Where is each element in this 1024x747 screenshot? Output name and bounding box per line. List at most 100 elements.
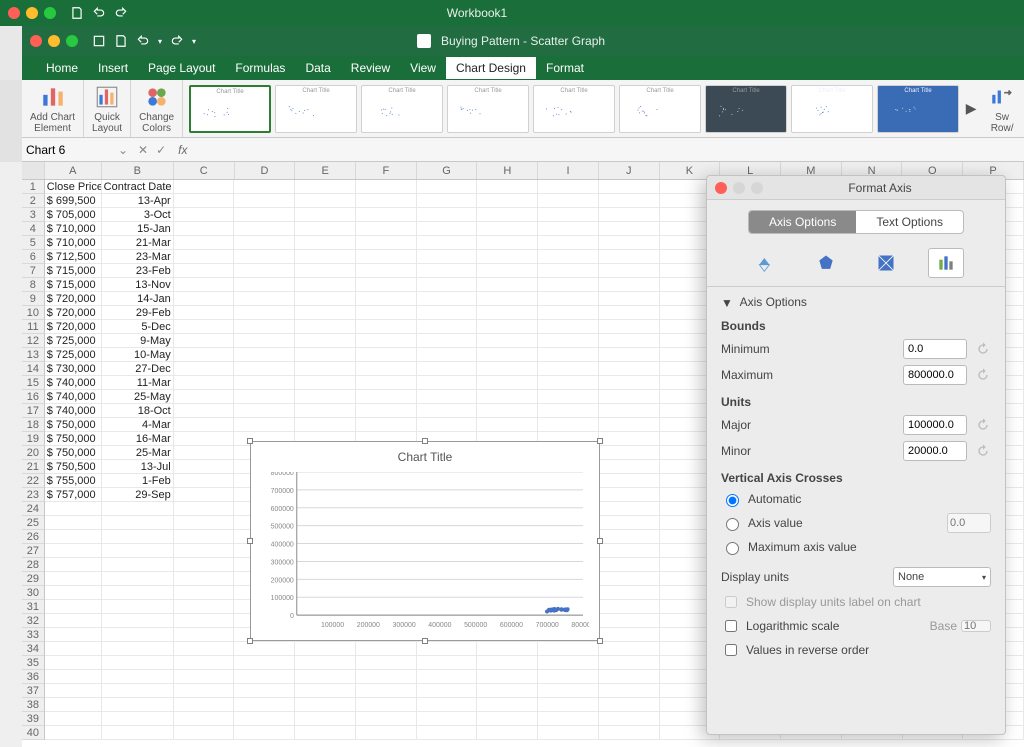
cell[interactable] [234,292,295,306]
cell[interactable]: 13-Apr [102,194,174,208]
cell[interactable] [538,292,599,306]
cell[interactable] [234,250,295,264]
cell[interactable] [295,222,356,236]
cell[interactable] [174,446,235,460]
cell[interactable] [174,488,235,502]
cell[interactable] [356,390,417,404]
axis-options-tab[interactable]: Axis Options [749,211,856,233]
row-header[interactable]: 14 [22,362,45,376]
cell[interactable] [174,250,235,264]
cell[interactable] [174,376,235,390]
cell[interactable] [599,698,660,712]
cell[interactable] [45,698,102,712]
cell[interactable]: 15-Jan [102,222,174,236]
cell[interactable]: $ 740,000 [45,376,102,390]
cell[interactable] [174,670,235,684]
add-chart-element-group[interactable]: Add Chart Element [22,80,84,137]
row-header[interactable]: 33 [22,628,45,642]
cell[interactable] [234,264,295,278]
cell[interactable] [295,656,356,670]
row-header[interactable]: 8 [22,278,45,292]
cell[interactable] [102,572,174,586]
cell[interactable] [417,208,478,222]
col-header-c[interactable]: C [174,162,235,179]
cell[interactable] [599,516,660,530]
cell[interactable] [295,348,356,362]
col-header-i[interactable]: I [538,162,599,179]
cell[interactable] [477,306,538,320]
cell[interactable]: 23-Mar [102,250,174,264]
cell[interactable] [234,306,295,320]
cell[interactable]: 13-Nov [102,278,174,292]
cell[interactable] [102,712,174,726]
chart-handle-se[interactable] [597,638,603,644]
cell[interactable] [234,222,295,236]
row-header[interactable]: 7 [22,264,45,278]
cell[interactable] [417,418,478,432]
cell[interactable] [174,614,235,628]
confirm-formula-icon[interactable]: ✓ [152,143,170,157]
cell[interactable] [417,656,478,670]
cell[interactable] [356,376,417,390]
cell[interactable] [477,684,538,698]
row-header[interactable]: 32 [22,614,45,628]
units-major-input[interactable] [903,415,967,435]
cell[interactable] [599,194,660,208]
close-icon[interactable] [715,182,727,194]
minimize-icon[interactable] [26,7,38,19]
cell[interactable] [295,334,356,348]
panel-window-controls[interactable] [715,182,763,194]
cell[interactable] [477,390,538,404]
cell[interactable] [174,544,235,558]
cell[interactable]: 13-Jul [102,460,174,474]
row-header[interactable]: 13 [22,348,45,362]
cell[interactable] [417,250,478,264]
cell[interactable] [174,222,235,236]
cell[interactable] [599,656,660,670]
cell[interactable] [45,726,102,740]
cell[interactable] [234,404,295,418]
cell[interactable] [538,320,599,334]
formula-input[interactable] [195,143,1024,157]
col-header-f[interactable]: F [356,162,417,179]
row-header[interactable]: 26 [22,530,45,544]
cell[interactable] [174,390,235,404]
cell[interactable] [417,236,478,250]
cell[interactable] [102,628,174,642]
cell[interactable] [538,712,599,726]
cell[interactable] [174,502,235,516]
cell[interactable] [356,404,417,418]
reset-minor-icon[interactable] [975,443,991,459]
cell[interactable] [356,180,417,194]
axis-options-icon[interactable] [928,248,964,278]
cell[interactable] [45,628,102,642]
chart-object[interactable]: Chart Title 8000007000006000005000004000… [250,441,600,641]
cell[interactable] [356,194,417,208]
cell[interactable] [599,488,660,502]
chart-handle-n[interactable] [422,438,428,444]
cell[interactable] [477,726,538,740]
cell[interactable] [599,726,660,740]
cell[interactable] [356,684,417,698]
row-header[interactable]: 36 [22,670,45,684]
cell[interactable] [599,390,660,404]
cell[interactable] [477,698,538,712]
chart-style-thumb-6[interactable]: Chart Title [619,85,701,133]
cell[interactable] [599,628,660,642]
cell[interactable] [538,684,599,698]
cell[interactable] [234,376,295,390]
chart-style-thumb-9[interactable]: Chart Title [877,85,959,133]
chart-handle-e[interactable] [597,538,603,544]
cell[interactable]: Close Price [45,180,102,194]
cell[interactable] [417,348,478,362]
cell[interactable] [234,194,295,208]
cell[interactable] [174,558,235,572]
cell[interactable] [295,404,356,418]
row-header[interactable]: 4 [22,222,45,236]
cell[interactable] [102,684,174,698]
cell[interactable] [599,362,660,376]
row-header[interactable]: 31 [22,600,45,614]
row-header[interactable]: 24 [22,502,45,516]
cell[interactable] [477,208,538,222]
chart-style-thumb-4[interactable]: Chart Title [447,85,529,133]
